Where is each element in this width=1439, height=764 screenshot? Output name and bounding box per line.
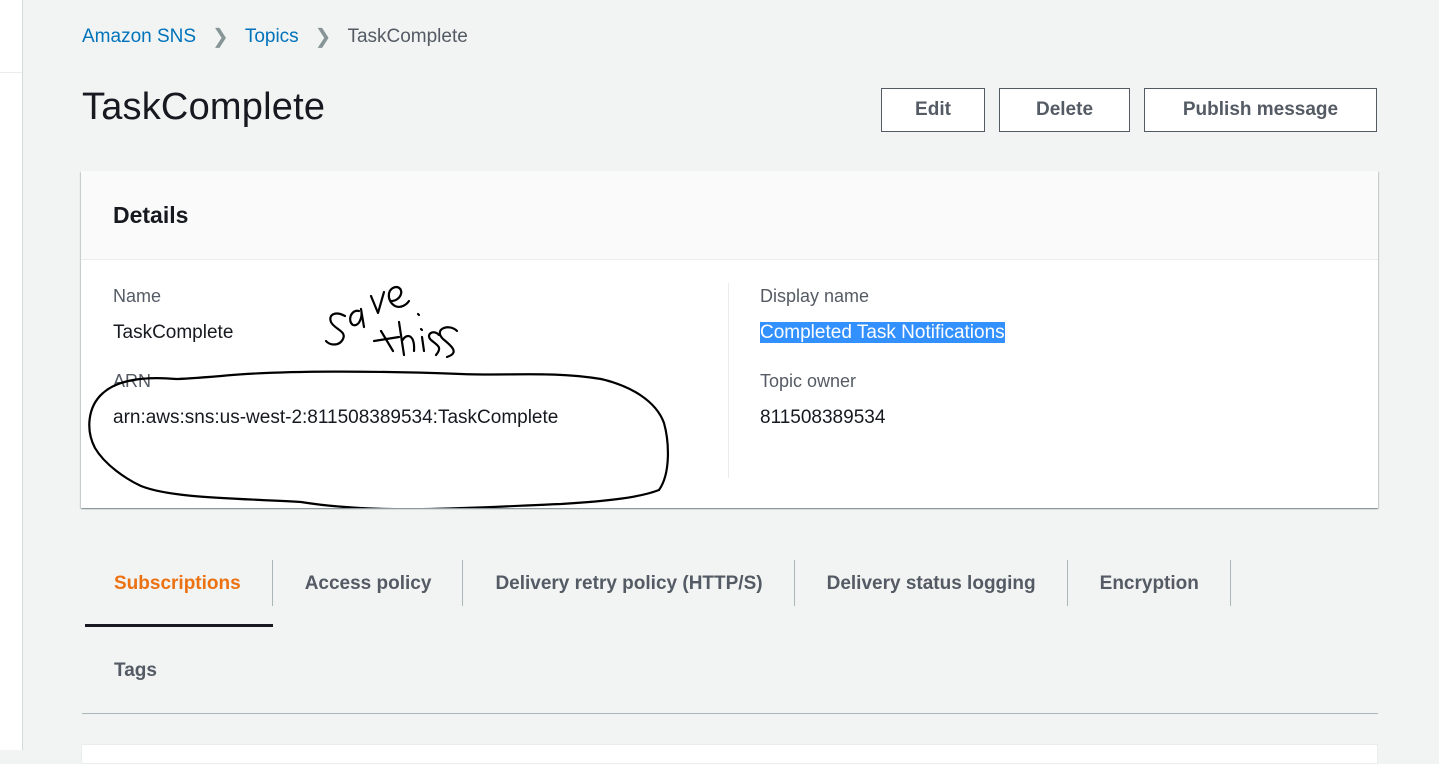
tab-encryption[interactable]: Encryption: [1068, 540, 1232, 627]
details-left-column: Name TaskComplete ARN arn:aws:sns:us-wes…: [113, 283, 558, 431]
tabs-divider: [82, 713, 1378, 714]
tab-tags[interactable]: Tags: [82, 627, 189, 714]
details-card: Details Name TaskComplete ARN arn:aws:sn…: [81, 171, 1378, 508]
left-navigation-rail: [0, 0, 23, 750]
breadcrumb-current: TaskComplete: [347, 25, 468, 47]
breadcrumb-topics[interactable]: Topics: [245, 26, 299, 48]
edit-button[interactable]: Edit: [881, 88, 985, 132]
subscriptions-panel: [81, 744, 1378, 764]
details-right-column: Display name Completed Task Notification…: [760, 283, 1005, 431]
name-value: TaskComplete: [113, 322, 234, 343]
name-field: Name TaskComplete: [113, 283, 558, 346]
display-name-value: Completed Task Notifications: [760, 322, 1005, 343]
display-name-field: Display name Completed Task Notification…: [760, 283, 1005, 346]
rail-divider: [0, 72, 22, 73]
name-label: Name: [113, 286, 162, 306]
topic-owner-label: Topic owner: [760, 371, 857, 391]
tab-delivery-retry-policy[interactable]: Delivery retry policy (HTTP/S): [463, 540, 795, 627]
display-name-label: Display name: [760, 286, 870, 306]
delete-button[interactable]: Delete: [999, 88, 1130, 132]
tab-delivery-status-logging[interactable]: Delivery status logging: [795, 540, 1068, 627]
tab-row-2: Tags: [82, 627, 1378, 713]
publish-message-button[interactable]: Publish message: [1144, 88, 1377, 132]
details-card-header: Details: [81, 171, 1378, 260]
tab-subscriptions[interactable]: Subscriptions: [82, 540, 273, 627]
breadcrumb: Amazon SNS ❯ Topics ❯ TaskComplete: [82, 24, 468, 49]
details-heading: Details: [113, 201, 189, 228]
page-title: TaskComplete: [82, 86, 326, 128]
arn-value: arn:aws:sns:us-west-2:811508389534:TaskC…: [113, 407, 559, 428]
topic-owner-value: 811508389534: [760, 407, 886, 428]
arn-label: ARN: [113, 371, 152, 391]
arn-field: ARN arn:aws:sns:us-west-2:811508389534:T…: [113, 368, 558, 431]
breadcrumb-amazon-sns[interactable]: Amazon SNS: [82, 26, 196, 48]
tab-row-1: Subscriptions Access policy Delivery ret…: [82, 540, 1378, 627]
topic-owner-field: Topic owner 811508389534: [760, 368, 1005, 431]
topic-tabs: Subscriptions Access policy Delivery ret…: [82, 540, 1378, 714]
chevron-right-icon: ❯: [314, 26, 332, 48]
chevron-right-icon: ❯: [212, 26, 229, 48]
header-actions: Edit Delete Publish message: [881, 88, 1377, 132]
tab-access-policy[interactable]: Access policy: [273, 540, 464, 627]
column-divider: [728, 283, 729, 478]
